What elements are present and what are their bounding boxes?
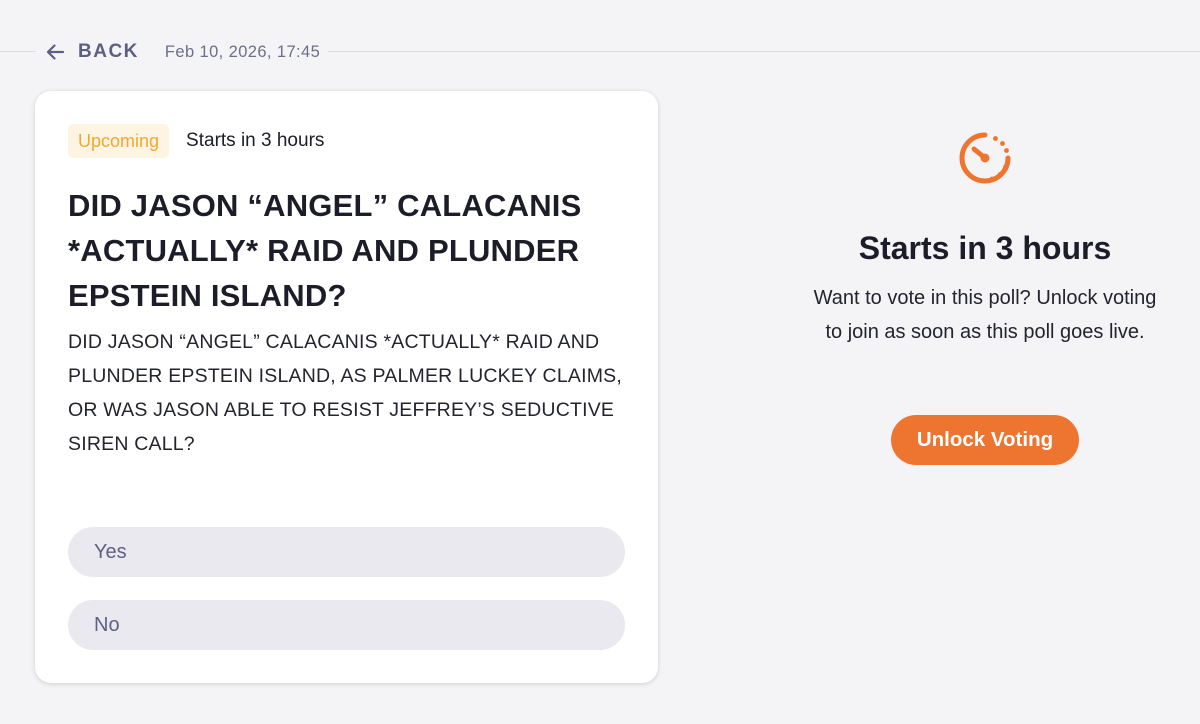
- poll-card: Upcoming Starts in 3 hours DID JASON “AN…: [35, 91, 658, 683]
- status-text: Starts in 3 hours: [186, 130, 325, 151]
- back-label: BACK: [78, 41, 139, 62]
- unlock-panel: Starts in 3 hours Want to vote in this p…: [790, 120, 1180, 465]
- poll-option-label: No: [94, 613, 120, 636]
- poll-option-yes[interactable]: Yes: [68, 527, 625, 577]
- poll-description: DID JASON “ANGEL” CALACANIS *ACTUALLY* R…: [68, 331, 622, 455]
- poll-option-label: Yes: [94, 540, 127, 563]
- status-badge: Upcoming: [68, 124, 170, 158]
- top-bar: BACK Feb 10, 2026, 17:45: [36, 36, 329, 68]
- back-button[interactable]: BACK: [44, 41, 139, 63]
- arrow-left-icon: [46, 44, 65, 60]
- unlock-panel-description: Want to vote in this poll? Unlock voting…: [813, 287, 1157, 343]
- status-row: Upcoming Starts in 3 hours: [68, 124, 324, 158]
- poll-option-no[interactable]: No: [68, 600, 625, 650]
- unlock-voting-button[interactable]: Unlock Voting: [890, 415, 1080, 465]
- poll-title: DID JASON “ANGEL” CALACANIS *ACTUALLY* R…: [68, 188, 582, 313]
- poll-timestamp: Feb 10, 2026, 17:45: [164, 42, 321, 61]
- timer-icon: [959, 132, 1011, 184]
- unlock-panel-title: Starts in 3 hours: [858, 230, 1112, 266]
